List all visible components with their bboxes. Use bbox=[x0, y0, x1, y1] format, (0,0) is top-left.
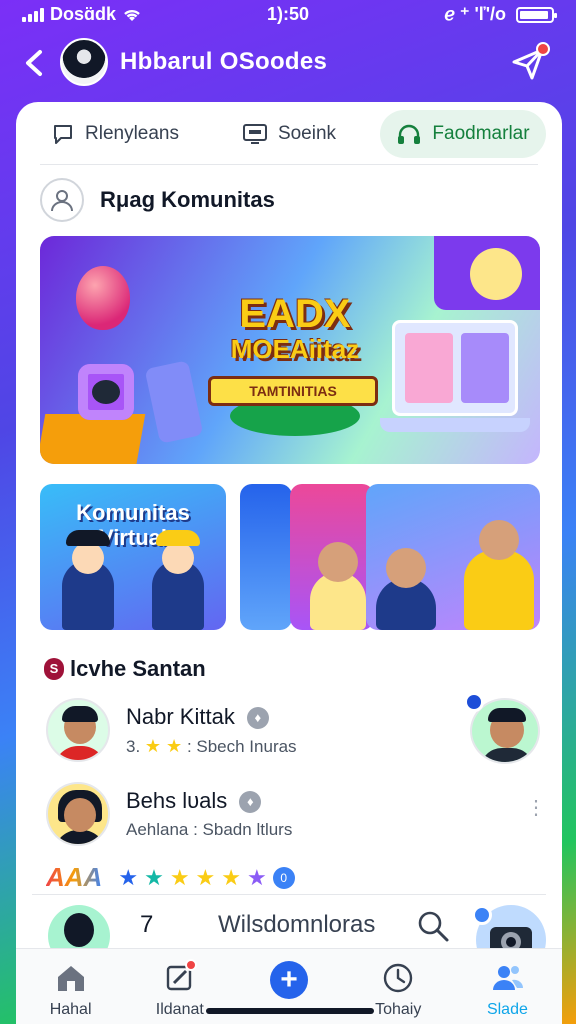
hero-title-line1: EADX bbox=[239, 292, 351, 336]
tab-label: Soeink bbox=[277, 123, 337, 144]
list-title: lcvhe Santan bbox=[70, 656, 206, 681]
section-title: Rμag Komunitas bbox=[100, 187, 275, 212]
member-meta: 3. ★ ★ : Sbech Inuras bbox=[126, 736, 297, 757]
star-icon: ★ bbox=[221, 864, 242, 890]
home-icon bbox=[54, 961, 88, 995]
star-icon: ★ bbox=[144, 864, 164, 890]
status-indicators: ℯ ⁺ 'ľ'/o bbox=[444, 4, 506, 24]
online-status-icon bbox=[464, 692, 484, 712]
member-name: Nabr Kittak ♦ bbox=[126, 704, 269, 730]
laptop-illustration bbox=[392, 320, 518, 416]
home-indicator bbox=[206, 1008, 374, 1014]
header-title: Hbbarul OSoodes bbox=[120, 48, 328, 75]
video-call-illustration bbox=[434, 236, 540, 310]
main-card: Rlenyleans Soeink Faodmarlar Rμag Komuni… bbox=[16, 102, 562, 1024]
notification-badge bbox=[536, 42, 550, 56]
hero-title-line2: MOEAiitaz bbox=[230, 334, 360, 364]
list-item[interactable]: Nabr Kittak ♦ 3. ★ ★ : Sbech Inuras bbox=[46, 692, 540, 764]
chat-header: Hbbarul OSoodes bbox=[0, 36, 576, 92]
divider bbox=[40, 164, 538, 165]
tile-media[interactable] bbox=[290, 484, 374, 630]
media-tiles: Komunitas Virtual bbox=[40, 484, 540, 630]
chevron-left-icon bbox=[26, 50, 42, 76]
kid-illustration bbox=[62, 530, 114, 630]
hero-title: EADX MOEAiitaz bbox=[190, 294, 400, 364]
badges-row: AAA ★ ★ ★ ★ ★ ★ 0 bbox=[46, 862, 295, 893]
user-icon[interactable] bbox=[40, 178, 84, 222]
tab-rlenyleans[interactable]: Rlenyleans bbox=[32, 110, 198, 158]
nav-label: Hahal bbox=[49, 1001, 92, 1018]
screen-icon bbox=[242, 124, 267, 144]
nav-label: Tohaiy bbox=[375, 1001, 422, 1018]
item-number: 7 bbox=[140, 911, 154, 938]
back-button[interactable] bbox=[22, 48, 52, 78]
online-status-icon bbox=[472, 905, 492, 925]
member-name: Behs lυals ♦ bbox=[126, 788, 262, 814]
member-avatar-right[interactable] bbox=[464, 692, 540, 764]
send-button[interactable] bbox=[508, 42, 550, 84]
verified-badge-icon: ♦ bbox=[246, 707, 269, 729]
nav-people[interactable]: Slade bbox=[453, 949, 562, 1024]
more-options-button[interactable]: ⋮ bbox=[526, 798, 546, 828]
meta-suffix: : Sbech Inuras bbox=[186, 737, 297, 756]
nav-home[interactable]: Hahal bbox=[16, 949, 125, 1024]
list-header: S lcvhe Santan bbox=[44, 656, 206, 682]
star-rating-icon: ★ ★ bbox=[144, 736, 183, 756]
tab-bar: Rlenyleans Soeink Faodmarlar bbox=[32, 110, 546, 158]
cube-illustration bbox=[40, 414, 146, 464]
item-text: Wilsdomnloras bbox=[218, 911, 376, 938]
verified-badge-icon: ♦ bbox=[239, 791, 262, 813]
kid-illustration bbox=[152, 530, 204, 630]
search-icon bbox=[418, 911, 449, 942]
laptop-base bbox=[380, 418, 530, 432]
balloon-illustration bbox=[76, 266, 130, 330]
star-icon: ★ bbox=[169, 864, 190, 890]
tab-soeink[interactable]: Soeink bbox=[206, 110, 372, 158]
plus-icon: + bbox=[270, 961, 308, 999]
robot-illustration bbox=[78, 364, 134, 420]
arrow-star-icon: ★ bbox=[118, 864, 139, 890]
tab-label: Rlenyleans bbox=[85, 123, 179, 144]
headphones-icon bbox=[398, 124, 421, 144]
nav-label: Ildanat bbox=[155, 1001, 204, 1018]
member-name-text: Nabr Kittak bbox=[126, 704, 235, 729]
people-icon bbox=[490, 961, 524, 995]
star-icon: ★ bbox=[195, 864, 216, 890]
status-right: ℯ ⁺ 'ľ'/o bbox=[444, 4, 557, 25]
list-item[interactable]: 7 Wilsdomnloras bbox=[32, 894, 546, 975]
nav-label: Slade bbox=[486, 1001, 528, 1018]
member-name-text: Behs lυals bbox=[126, 788, 228, 813]
comment-icon bbox=[54, 125, 72, 144]
status-bar: Dosɑ̈dk 1):50 ℯ ⁺ 'ľ'/o bbox=[0, 0, 576, 32]
header-avatar[interactable] bbox=[60, 38, 108, 86]
badge-count: 0 bbox=[272, 866, 295, 889]
meta-prefix: 3. bbox=[126, 737, 141, 756]
tile-komunitas-virtual[interactable]: Komunitas Virtual bbox=[40, 484, 226, 630]
search-button[interactable] bbox=[416, 909, 450, 943]
member-meta: Aehlana : Sbadn ltlurs bbox=[126, 820, 293, 839]
clock-icon bbox=[381, 961, 415, 995]
arrow-star-icon: ★ bbox=[247, 864, 267, 890]
tab-label: Faodmarlar bbox=[432, 123, 530, 144]
section-logo-icon: S bbox=[44, 658, 64, 680]
tile-media[interactable] bbox=[240, 484, 292, 630]
hero-banner[interactable]: EADX MOEAiitaz TAMTINITIAS bbox=[40, 236, 540, 464]
person-illustration bbox=[464, 520, 534, 630]
badge-logo: AAA bbox=[46, 862, 103, 892]
section-header: Rμag Komunitas bbox=[40, 178, 275, 222]
phone-illustration bbox=[144, 360, 204, 444]
person-illustration bbox=[376, 548, 436, 630]
person-illustration bbox=[310, 542, 366, 630]
tile-media[interactable] bbox=[366, 484, 540, 630]
avatar[interactable] bbox=[46, 698, 110, 762]
battery-icon bbox=[516, 6, 557, 23]
avatar[interactable] bbox=[46, 782, 110, 846]
tab-faodmarlar[interactable]: Faodmarlar bbox=[380, 110, 546, 158]
list-item[interactable]: Behs lυals ♦ Aehlana : Sbadn ltlurs ⋮ bbox=[46, 782, 546, 846]
hero-ribbon: TAMTINITIAS bbox=[208, 376, 378, 406]
